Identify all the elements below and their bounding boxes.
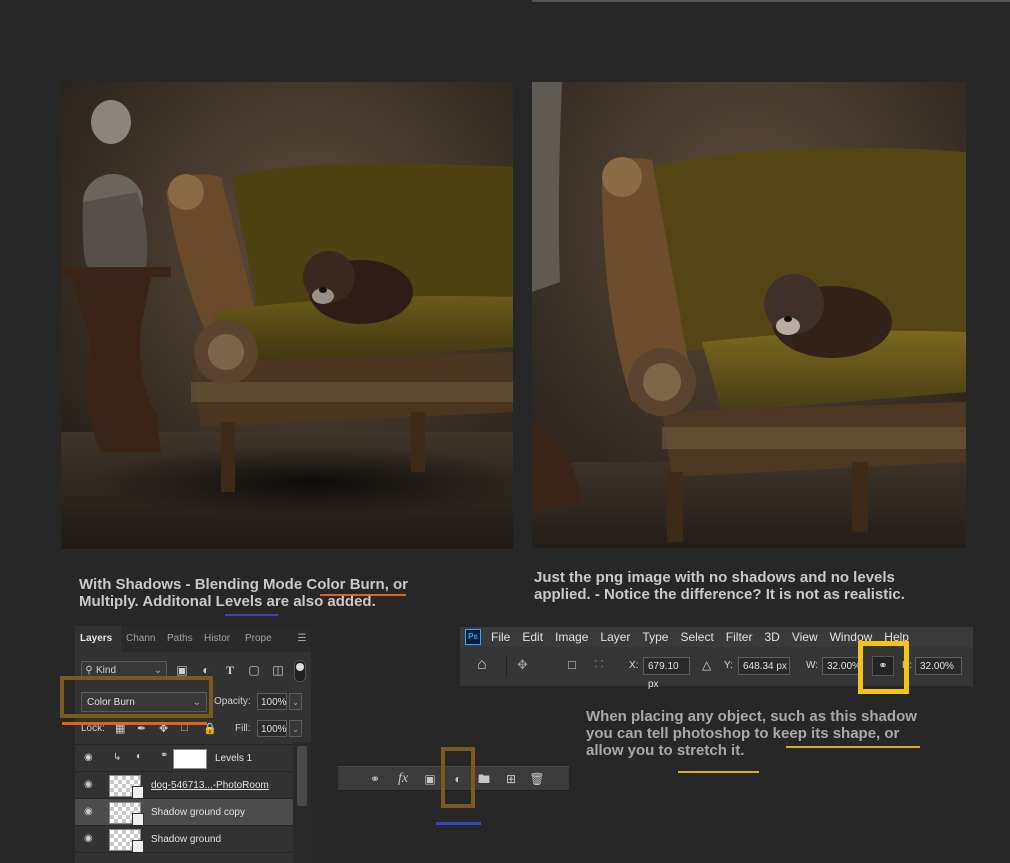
opacity-label: Opacity:: [214, 696, 251, 707]
caption-with-shadows: With Shadows - Blending Mode Color Burn,…: [79, 576, 459, 610]
eye-icon[interactable]: ◉: [84, 806, 96, 818]
link-icon: ⚭: [160, 750, 169, 761]
opacity-dropdown[interactable]: ⌄: [289, 693, 302, 710]
fx-button[interactable]: fx: [394, 770, 412, 788]
levels-underline: [225, 614, 278, 616]
adjustment-icon-highlight-box: [441, 747, 475, 808]
layer-thumbnail: [109, 775, 144, 799]
caption-text: allow you to: [586, 742, 677, 759]
caption-text: you can tell photoshop to: [586, 725, 773, 742]
photoshop-logo: Ps: [465, 629, 481, 645]
layer-thumbnail: [109, 829, 144, 853]
blend-mode-highlight-box: [60, 676, 213, 718]
panel-menu-icon[interactable]: ☰: [293, 626, 311, 652]
tab-paths[interactable]: Paths: [162, 626, 199, 652]
height-input[interactable]: 32.00%: [915, 657, 962, 675]
layer-thumbnail: [109, 802, 144, 826]
scrollbar-thumb[interactable]: [297, 746, 307, 806]
new-group-folder-icon[interactable]: 🖿: [475, 770, 493, 788]
delta-icon[interactable]: △: [702, 658, 711, 672]
fill-dropdown[interactable]: ⌄: [289, 720, 302, 737]
layer-mask-thumbnail: [173, 749, 207, 769]
adjustment-blue-underline: [436, 822, 481, 825]
menu-view[interactable]: View: [792, 630, 818, 644]
reference-checkbox-icon[interactable]: □: [568, 657, 576, 672]
clip-arrow-icon: ↳: [113, 752, 122, 763]
keep-shape-underline: [786, 746, 920, 748]
menu-type[interactable]: Type: [642, 630, 668, 644]
photo-without-shadows: [532, 82, 966, 548]
link-icon-highlight-box: [858, 641, 909, 694]
link-layers-icon[interactable]: ⚭: [366, 770, 384, 788]
tab-layers[interactable]: Layers: [75, 626, 121, 652]
caption-text: With Shadows - Blending Mode: [79, 576, 307, 593]
menu-edit[interactable]: Edit: [522, 630, 543, 644]
filter-toggle[interactable]: [294, 660, 306, 682]
layer-row-dog[interactable]: ◉ dog-546713...-PhotoRoom: [75, 771, 293, 799]
reference-point-grid-icon[interactable]: ∷: [594, 655, 604, 673]
caption-color-burn-text: Color Burn: [306, 576, 385, 593]
menu-file[interactable]: File: [491, 630, 510, 644]
menu-image[interactable]: Image: [555, 630, 588, 644]
kind-label: Kind: [96, 665, 117, 676]
opacity-input[interactable]: 100%: [257, 693, 287, 710]
adjustment-layer-icon: ◐: [136, 751, 143, 762]
y-input[interactable]: 648.34 px: [738, 657, 790, 675]
eye-icon[interactable]: ◉: [84, 833, 96, 845]
menu-3d[interactable]: 3D: [764, 630, 779, 644]
trash-icon[interactable]: 🗑: [528, 770, 546, 788]
caption-levels-text: Levels: [215, 593, 263, 610]
eye-icon[interactable]: ◉: [84, 752, 96, 764]
caption-text: , or: [384, 576, 409, 593]
home-icon[interactable]: ⌂: [477, 656, 487, 674]
width-input[interactable]: 32.00%: [822, 657, 862, 675]
layer-row-shadow-ground-copy[interactable]: ◉ Shadow ground copy: [75, 798, 293, 826]
layer-row-shadow-ground[interactable]: ◉ Shadow ground: [75, 825, 293, 853]
layer-row-partial[interactable]: [75, 852, 293, 863]
x-input[interactable]: 679.10 px: [643, 657, 690, 690]
layer-name: Levels 1: [215, 753, 253, 764]
shape-filter-icon[interactable]: ▢: [245, 661, 263, 679]
caption-without-shadows: Just the png image with no shadows and n…: [534, 569, 964, 603]
divider: [506, 656, 507, 678]
layer-name: Shadow ground: [151, 834, 222, 845]
caption-stretch-text: stretch it.: [676, 742, 745, 759]
w-label: W:: [806, 660, 819, 671]
add-mask-icon[interactable]: ▣: [421, 770, 439, 788]
top-divider-line: [532, 0, 1010, 2]
smart-object-filter-icon[interactable]: ◫: [269, 661, 287, 679]
layers-panel: Layers Chann Paths Histor Prope ☰ ⚲ Kind …: [75, 626, 311, 863]
layer-name: dog-546713...-PhotoRoom: [151, 780, 269, 791]
fill-input[interactable]: 100%: [257, 720, 287, 737]
move-tool-icon[interactable]: ✥: [517, 657, 528, 673]
stretch-underline: [678, 771, 759, 773]
menu-layer[interactable]: Layer: [600, 630, 630, 644]
photo-with-shadows: [61, 82, 513, 549]
color-burn-underline: [320, 594, 406, 596]
panel-tabs: Layers Chann Paths Histor Prope ☰: [75, 626, 311, 652]
caption-text: When placing any object, such as this sh…: [586, 708, 917, 725]
layer-name: Shadow ground copy: [151, 807, 245, 818]
type-filter-icon[interactable]: T: [221, 661, 239, 679]
blend-mode-orange-underline: [62, 722, 207, 725]
caption-text: applied. - Notice the difference? It is …: [534, 586, 905, 603]
new-layer-icon[interactable]: ⊞: [502, 770, 520, 788]
tab-channels[interactable]: Chann: [121, 626, 162, 652]
caption-placing-object: When placing any object, such as this sh…: [586, 708, 966, 759]
eye-icon[interactable]: ◉: [84, 779, 96, 791]
caption-text: Just the png image with no shadows and n…: [534, 569, 895, 586]
caption-text: Multiply. Additonal: [79, 593, 216, 610]
caption-keep-shape-text: keep its shape, or: [772, 725, 900, 742]
y-label: Y:: [724, 660, 733, 671]
menu-filter[interactable]: Filter: [726, 630, 753, 644]
menu-select[interactable]: Select: [680, 630, 713, 644]
fill-label: Fill:: [235, 723, 251, 734]
tab-properties[interactable]: Prope: [240, 626, 280, 652]
layers-scrollbar[interactable]: [293, 742, 311, 863]
x-label: X:: [629, 660, 639, 671]
layer-row-levels[interactable]: ◉ ↳ ◐ ⚭ Levels 1: [75, 744, 293, 771]
tab-history[interactable]: Histor: [199, 626, 240, 652]
